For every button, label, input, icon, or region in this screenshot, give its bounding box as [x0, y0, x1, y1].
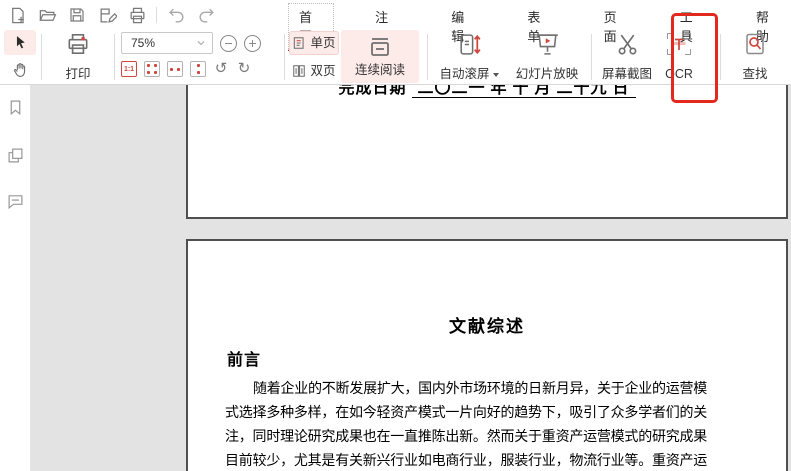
pdf-page-2: 文献综述 前言 随着企业的不断发展扩大，国内外市场环境的日新月异，关于企业的运营…: [186, 239, 788, 471]
printer-icon: [65, 31, 91, 57]
toolbar: 首页 注释 编辑 表单 页面 工具 帮助 打印 75%: [0, 0, 791, 85]
scissors-icon: [614, 31, 641, 58]
bookmarks-panel-button[interactable]: [6, 98, 25, 117]
rotate-left-icon[interactable]: ↺: [213, 61, 229, 77]
screen-capture-label: 屏幕截图: [602, 67, 652, 81]
screen-capture-button[interactable]: 屏幕截图: [596, 31, 658, 81]
auto-scroll-icon: [456, 31, 483, 58]
zoom-out-button[interactable]: [220, 35, 237, 52]
continuous-reading-button[interactable]: 连续阅读: [341, 30, 419, 83]
slideshow-icon: [534, 31, 561, 58]
find-button[interactable]: 查找: [731, 31, 779, 81]
fit-width-button[interactable]: [167, 61, 183, 77]
document-canvas: 完成日期 二〇二一 年 十 月 二十九 日 文献综述 前言 随着企业的不断发展扩…: [0, 85, 791, 471]
save-as-icon[interactable]: [96, 4, 118, 26]
save-icon[interactable]: [66, 4, 88, 26]
single-page-icon: [292, 36, 306, 50]
divider: [114, 34, 115, 80]
new-file-icon[interactable]: [6, 4, 28, 26]
comment-icon: [7, 193, 24, 210]
zoom-level-select[interactable]: 75%: [121, 32, 213, 54]
thumbnails-panel-button[interactable]: [6, 146, 25, 165]
auto-scroll-label: 自动滚屏: [439, 67, 489, 81]
dropdown-arrow-icon: [493, 73, 499, 77]
redo-icon[interactable]: [195, 4, 217, 26]
paragraph-line: 随着企业的不断发展扩大，国内外市场环境的日新月异，关于企业的运营模: [225, 378, 707, 402]
auto-scroll-button[interactable]: 自动滚屏: [431, 31, 507, 81]
hand-icon: [11, 61, 29, 79]
paragraph-line: 式选择多种多样，在如今轻资产模式一片向好的趋势下，吸引了众多学者们的关: [225, 402, 707, 426]
divider: [284, 34, 285, 80]
document-title: 文献综述: [188, 312, 786, 337]
select-cursor-button[interactable]: [4, 30, 36, 55]
quick-access-toolbar: [6, 4, 217, 26]
fit-height-button[interactable]: [190, 61, 206, 77]
slideshow-label: 幻灯片放映: [516, 67, 579, 81]
double-page-button[interactable]: 双页: [289, 59, 339, 83]
zoom-in-button[interactable]: [244, 35, 261, 52]
comments-panel-button[interactable]: [6, 192, 25, 211]
paragraph-line: 注，同时理论研究成果也在一直推陈出新。然而关于重资产运营模式的研究成果: [225, 426, 707, 450]
single-page-button[interactable]: 单页: [289, 31, 339, 55]
slideshow-button[interactable]: 幻灯片放映: [506, 31, 588, 81]
divider: [720, 34, 721, 80]
select-tools-group: [4, 30, 36, 82]
section-heading: 前言: [227, 346, 261, 370]
completion-date-line: 完成日期 二〇二一 年 十 月 二十九 日: [188, 85, 786, 98]
fit-page-button[interactable]: [144, 61, 160, 77]
print-icon[interactable]: [126, 4, 148, 26]
find-label: 查找: [742, 67, 767, 81]
print-group[interactable]: 打印: [46, 31, 110, 81]
date-value: 二〇二一 年 十 月 二十九 日: [412, 85, 636, 98]
undo-icon[interactable]: [165, 4, 187, 26]
divider: [591, 34, 592, 80]
continuous-reading-label: 连续阅读: [355, 63, 405, 77]
left-panel-rail: [0, 85, 30, 471]
paragraph-line: 目前较少，尤其是有关新兴行业如电商行业，服装行业，物流行业等。重资产运: [225, 450, 707, 471]
continuous-reading-icon: [367, 36, 393, 58]
pdf-page-1: 完成日期 二〇二一 年 十 月 二十九 日: [186, 85, 788, 219]
print-label: 打印: [65, 67, 90, 81]
ocr-label: OCR: [665, 67, 693, 81]
divider: [427, 34, 428, 80]
single-page-label: 单页: [310, 36, 335, 50]
zoom-group: 75% 1:1 ↺ ↻: [121, 32, 283, 77]
paragraph: 随着企业的不断发展扩大，国内外市场环境的日新月异，关于企业的运营模 式选择多种多…: [225, 378, 707, 471]
hand-tool-button[interactable]: [4, 57, 36, 82]
ocr-scan-icon: [666, 31, 692, 57]
find-icon: [742, 31, 768, 57]
double-page-icon: [292, 64, 306, 78]
cursor-arrow-icon: [12, 34, 29, 51]
bookmark-icon: [7, 99, 24, 116]
actual-size-button[interactable]: 1:1: [121, 61, 137, 77]
rotate-right-icon[interactable]: ↻: [236, 61, 252, 77]
page-view-group: 单页 双页: [289, 31, 339, 83]
zoom-level-value: 75%: [131, 36, 155, 50]
pages-icon: [7, 147, 24, 164]
divider: [156, 7, 157, 23]
chevron-down-icon: [196, 38, 206, 48]
ocr-button[interactable]: OCR: [661, 31, 697, 81]
divider: [41, 34, 42, 80]
double-page-label: 双页: [310, 64, 335, 78]
open-file-icon[interactable]: [36, 4, 58, 26]
date-label: 完成日期: [338, 85, 406, 97]
